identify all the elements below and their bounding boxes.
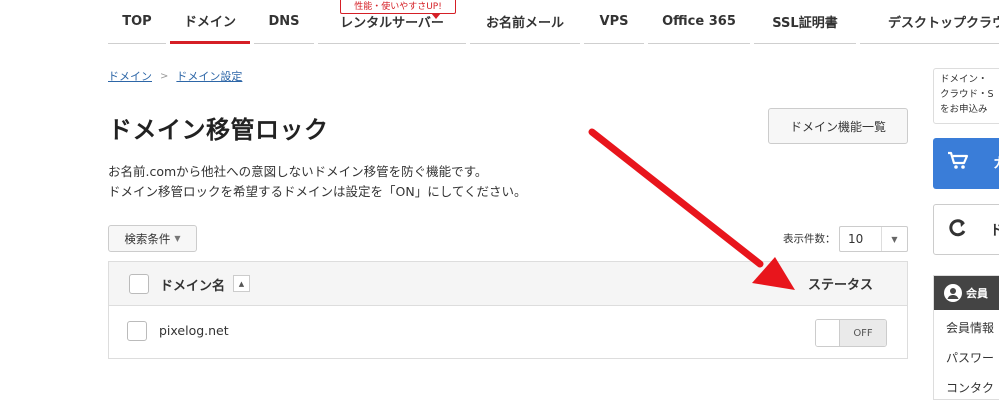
nav-desktop-cloud[interactable]: デスクトップクラウ: [860, 0, 999, 44]
nav-top-label: TOP: [122, 14, 152, 29]
description-line-1: お名前.comから他社への意図しないドメイン移管を防ぐ機能です。: [108, 164, 488, 179]
row-checkbox[interactable]: [127, 321, 147, 341]
nav-onamae-mail[interactable]: お名前メール: [470, 0, 580, 44]
nav-badge: 性能・使いやすさUP!: [340, 0, 456, 19]
cart-button[interactable]: カ: [933, 138, 999, 189]
table-row: pixelog.net OFF: [109, 307, 907, 359]
table-header: ドメイン名 ▲ ステータス: [109, 262, 907, 306]
member-menu-item[interactable]: パスワー: [946, 349, 994, 366]
description-line-2: ドメイン移管ロックを希望するドメインは設定を「ON」にしてください。: [108, 184, 527, 199]
nav-domain[interactable]: ドメイン: [170, 0, 250, 44]
breadcrumb-domain-settings[interactable]: ドメイン設定: [176, 68, 242, 84]
search-conditions-label: 検索条件: [124, 231, 171, 246]
cart-icon: [948, 151, 969, 169]
toggle-status-label: OFF: [840, 320, 886, 346]
nav-office365[interactable]: Office 365: [648, 0, 750, 44]
toggle-knob: [816, 320, 840, 346]
search-conditions-button[interactable]: 検索条件 ▼: [108, 225, 197, 252]
domain-table: ドメイン名 ▲ ステータス pixelog.net OFF: [108, 261, 908, 359]
nav-badge-label: 性能・使いやすさUP!: [354, 1, 442, 12]
member-menu-item[interactable]: コンタク: [946, 379, 994, 396]
nav-dns[interactable]: DNS: [254, 0, 314, 44]
renewal-button-label: ド: [990, 220, 999, 240]
nav-vps-label: VPS: [599, 14, 629, 29]
sidebar-info-line: クラウド・S: [940, 89, 994, 100]
nav-ssl-label: SSL証明書: [772, 16, 838, 31]
member-menu-item[interactable]: 会員情報: [946, 319, 994, 336]
column-header-status: ステータス: [808, 278, 874, 293]
chevron-down-icon: ▼: [881, 227, 907, 251]
page-title: ドメイン移管ロック: [108, 116, 329, 144]
refresh-icon: [949, 219, 966, 237]
sidebar-info-line: ドメイン・: [940, 74, 988, 85]
per-page-value: 10: [848, 232, 864, 246]
nav-onamae-mail-label: お名前メール: [485, 16, 564, 31]
renewal-button[interactable]: ド: [933, 204, 999, 255]
nav-domain-label: ドメイン: [183, 15, 236, 30]
per-page-select[interactable]: 10 ▼: [839, 226, 908, 252]
sidebar-info-box: ドメイン・ クラウド・S をお申込み: [933, 68, 999, 124]
nav-desktop-cloud-label: デスクトップクラウ: [888, 16, 999, 31]
transfer-lock-toggle[interactable]: OFF: [815, 319, 887, 347]
user-icon: [944, 284, 962, 302]
domain-features-button[interactable]: ドメイン機能一覧: [768, 108, 908, 144]
select-all-checkbox[interactable]: [129, 274, 149, 294]
sidebar-info-line: をお申込み: [940, 104, 988, 115]
member-menu-title: 会員: [966, 287, 988, 300]
member-menu-header: 会員: [934, 276, 999, 310]
breadcrumb-separator: >: [160, 70, 169, 82]
domain-features-button-label: ドメイン機能一覧: [789, 119, 886, 134]
nav-ssl[interactable]: SSL証明書: [754, 0, 856, 44]
breadcrumb: ドメイン > ドメイン設定: [108, 68, 242, 84]
top-nav: TOP ドメイン DNS レンタルサーバー お名前メール VPS Office …: [0, 0, 999, 46]
domain-name: pixelog.net: [159, 323, 229, 338]
column-header-domain: ドメイン名: [160, 279, 226, 294]
sort-ascending-icon[interactable]: ▲: [233, 275, 250, 292]
nav-rental-server-label: レンタルサーバー: [340, 16, 444, 31]
chevron-down-icon: ▼: [174, 234, 181, 243]
nav-dns-label: DNS: [268, 14, 300, 29]
per-page-label: 表示件数：: [783, 233, 836, 245]
breadcrumb-domain[interactable]: ドメイン: [108, 68, 152, 84]
page-description: お名前.comから他社への意図しないドメイン移管を防ぐ機能です。 ドメイン移管ロ…: [108, 162, 526, 202]
cart-button-label: カ: [993, 153, 999, 173]
nav-top[interactable]: TOP: [108, 0, 166, 44]
nav-vps[interactable]: VPS: [584, 0, 644, 44]
nav-office365-label: Office 365: [662, 14, 736, 29]
member-menu: 会員 会員情報 パスワー コンタク: [933, 275, 999, 400]
